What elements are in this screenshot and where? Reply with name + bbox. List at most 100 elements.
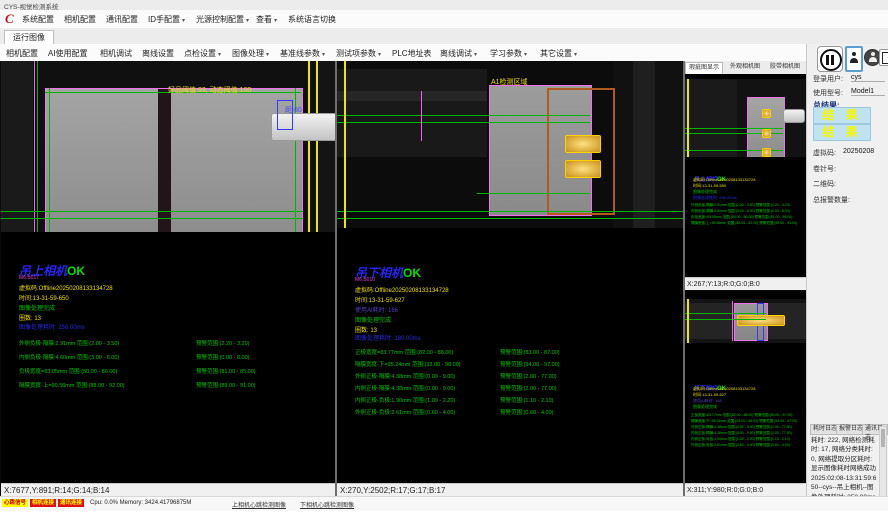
scrollbar-thumb[interactable] xyxy=(881,429,885,447)
measure-row: 负极宽度=83.05mm 范围:(80.00 - 86.00) 预警范围:(81… xyxy=(691,215,792,220)
done-line: 图像处理完成 xyxy=(19,303,55,312)
status-bar: 心跳信号 相机连接 通讯连接 Cpu: 0.0% Memory: 3424.41… xyxy=(0,496,888,511)
measure-row: 隔膜宽度-上=90.56mm 范围:(88.00 - 92.00) 预警范围:(… xyxy=(691,221,797,226)
measure-row: 正极宽度=83.77mm 范围:(82.00 - 88.00) 预警范围:(83… xyxy=(691,413,792,418)
gold-contact xyxy=(565,135,601,153)
measure-line-h xyxy=(1,211,303,212)
camera-view-lower[interactable]: A1检测区域 xyxy=(337,61,683,228)
user-icon xyxy=(865,50,880,65)
measure-value: 外侧正极-负极:2.61mm 范围:(0.60 - 4.00) xyxy=(355,408,455,416)
mini-view-upper[interactable]: 吊上相机OK 虚拟码:Offline20250208133134728 时间:1… xyxy=(685,74,806,277)
time-line: 时间:13-31-59-627 xyxy=(355,295,405,304)
heartbeat-badge: 心跳信号 xyxy=(2,499,28,507)
app-logo-icon: C xyxy=(5,11,14,27)
menu-language-switch[interactable]: 系统语言切换 xyxy=(288,14,336,25)
camera-view-upper[interactable]: 好品阈值:93, 动态阈值:100 距:60 xyxy=(1,61,335,232)
mini-tab-tape[interactable]: 胶带相机图 xyxy=(767,62,803,73)
menu-handle-config[interactable]: ID手配置 xyxy=(148,14,185,25)
machine-band xyxy=(685,79,737,157)
turns-line: 圈数: 13 xyxy=(19,313,41,322)
mini-tab-outer[interactable]: 外观相机图 xyxy=(727,62,763,73)
measure-line-h xyxy=(337,218,683,219)
tab-run-image[interactable]: 运行图像 xyxy=(4,30,54,45)
tool-camera-config[interactable]: 相机配置 xyxy=(6,48,38,59)
pixel-coordinate-readout: X:267;Y:13;R:0;G:0;B:0 xyxy=(685,277,806,290)
login-user-label: 登录用户: xyxy=(813,74,843,84)
baseline-yellow xyxy=(316,61,318,232)
mini-tab-strip: 瑕疵图显示 外观相机图 胶带相机图 xyxy=(685,61,806,75)
measure-line-h xyxy=(685,313,766,314)
app-window: CYS-视觉检测系统 C 系统配置 相机配置 通讯配置 ID手配置 光源控制配置… xyxy=(0,0,888,522)
gap-overlay-label: 距:60 xyxy=(285,105,302,115)
tool-learn-params[interactable]: 学习参数 xyxy=(490,48,527,59)
pause-button[interactable] xyxy=(817,46,843,72)
tool-baseline[interactable]: 基准线参数 xyxy=(280,48,325,59)
measure-value: 外侧负极-隔膜:2.91mm 范围:(2.00 - 3.50) xyxy=(19,339,119,347)
done-line: 图像处理完成 xyxy=(693,404,717,410)
tool-test-params[interactable]: 测试项参数 xyxy=(336,48,381,59)
mini-view-lower[interactable]: 吊下相机OK 虚拟码:Offline20250208133134728 时间:1… xyxy=(685,291,806,483)
warn-range: 预警范围:(2.20 - 3.20) xyxy=(196,339,250,347)
detect-mark xyxy=(762,148,771,157)
tool-ai-config[interactable]: AI使用配置 xyxy=(48,48,88,59)
baseline-yellow xyxy=(344,61,346,228)
warn-range: 预警范围:(0.00 - 8.00) xyxy=(196,353,250,361)
measure-row: 外侧正极-负极:2.61mm 范围:(0.60 - 4.00) 预警范围:(0.… xyxy=(691,443,790,448)
measure-line-h xyxy=(1,218,303,219)
detect-mark xyxy=(762,129,771,138)
camera-panel-upper: 好品阈值:93, 动态阈值:100 距:60 吊上相机OK M6.B017 虚拟… xyxy=(1,61,335,496)
login-user-value: cys xyxy=(851,74,885,82)
model-value: Model1 xyxy=(851,88,885,96)
status-ok: OK xyxy=(67,264,85,278)
tool-offline-config[interactable]: 离线设置 xyxy=(142,48,174,59)
operator-badge-button[interactable] xyxy=(845,46,863,72)
measure-line-h xyxy=(337,211,683,212)
machine-band xyxy=(337,91,487,101)
menu-camera-config[interactable]: 相机配置 xyxy=(64,14,96,25)
tool-camera-debug[interactable]: 相机调试 xyxy=(100,48,132,59)
log-text: 耗时: 222, 网络检测耗时: 17, 网络分类耗时: 0, 网络提取分区耗时… xyxy=(811,436,879,502)
lower-camera-heartbeat-link[interactable]: 下相机心跳检测图像 xyxy=(300,500,354,509)
time-line: 时间:13-31-59-650 xyxy=(19,293,69,302)
user-badge-icon xyxy=(847,48,861,70)
pixel-coordinate-readout: X:7677,Y:891;R:14;G:14;B:14 xyxy=(1,483,335,496)
measure-value: 隔膜宽度-下=95.24mm 范围:(93.00 - 98.00) xyxy=(355,360,461,368)
main-area: 好品阈值:93, 动态阈值:100 距:60 吊上相机OK M6.B017 虚拟… xyxy=(0,61,806,496)
logout-button[interactable]: → xyxy=(879,49,888,66)
mini-tab-defect[interactable]: 瑕疵图显示 xyxy=(685,62,723,74)
roi-edge-line xyxy=(34,61,35,232)
warn-range: 预警范围:(81.00 - 85.00) xyxy=(196,367,256,375)
upper-camera-heartbeat-link[interactable]: 上相机心跳检测图像 xyxy=(232,500,286,509)
status-ok: OK xyxy=(403,266,421,280)
log-scrollbar[interactable] xyxy=(879,426,887,498)
done-line: 图像处理完成 xyxy=(355,315,391,324)
pixel-coordinate-readout: X:270,Y:2502;R:17;G:17;B:17 xyxy=(337,483,683,496)
camera-panel-lower: A1检测区域 吊下相机OK M6.B010 虚拟码:Offline2025020… xyxy=(337,61,683,496)
measure-line-h xyxy=(477,193,590,194)
measure-line-h xyxy=(337,115,590,116)
model-label: 使用型号: xyxy=(813,88,843,98)
measure-row: 内侧正极-负极:1.90mm 范围:(1.00 - 2.20) 预警范围:(1.… xyxy=(691,437,790,442)
elapsed-line: 图像处理耗时: 180.00ms xyxy=(355,333,421,342)
tool-other-config[interactable]: 其它设置 xyxy=(540,48,577,59)
gold-contact xyxy=(565,160,601,178)
tool-spotcheck[interactable]: 点检设置 xyxy=(184,48,221,59)
tool-plc-table[interactable]: PLC地址表 xyxy=(392,48,432,59)
needle-label: 卷针号: xyxy=(813,164,836,174)
baseline-yellow xyxy=(687,79,689,157)
menu-system-config[interactable]: 系统配置 xyxy=(22,14,54,25)
menu-comm-config[interactable]: 通讯配置 xyxy=(106,14,138,25)
roi-edge-line xyxy=(732,301,733,341)
comm-conn-badge: 通讯连接 xyxy=(58,499,84,507)
measure-value: 外侧正极-隔膜:4.38mm 范围:(0.00 - 9.00) xyxy=(355,372,455,380)
elapsed-line: 图像处理耗时: 256.00ms xyxy=(693,195,737,201)
result-badge-upper: 结 果 xyxy=(813,107,871,124)
warn-range: 预警范围:(89.00 - 91.00) xyxy=(196,381,256,389)
tool-offline-debug[interactable]: 离线调试 xyxy=(440,48,477,59)
tool-image-proc[interactable]: 图像处理 xyxy=(232,48,269,59)
measure-line-h xyxy=(337,122,590,123)
machine-band xyxy=(1,61,33,232)
sidebar: → 登录用户: cys 使用型号: Model1 总结果: 结 果 结 果 虚拟… xyxy=(806,44,888,496)
menu-view[interactable]: 查看 xyxy=(256,14,277,25)
menu-light-config[interactable]: 光源控制配置 xyxy=(196,14,249,25)
